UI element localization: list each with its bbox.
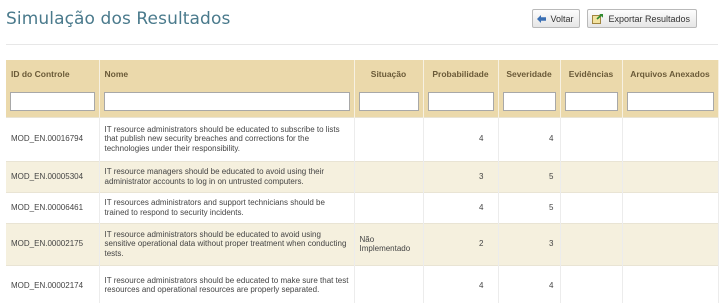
cell-evidencias xyxy=(560,191,623,223)
column-header-severidade[interactable]: Severidade xyxy=(498,60,561,87)
cell-nome: IT resource administrators should be edu… xyxy=(99,264,355,303)
filter-evidencias-input[interactable] xyxy=(564,92,618,112)
cell-nome: IT resource managers should be educated … xyxy=(99,160,355,192)
filter-severidade-input[interactable] xyxy=(502,92,556,112)
cell-arquivos xyxy=(622,160,719,192)
filter-row xyxy=(6,87,719,117)
page-title: Simulação dos Resultados xyxy=(6,9,231,29)
cell-evidencias xyxy=(560,264,623,303)
export-results-button[interactable]: Exportar Resultados xyxy=(587,9,697,28)
export-icon xyxy=(592,13,604,24)
toolbar: Voltar Exportar Resultados xyxy=(532,9,697,28)
back-button[interactable]: Voltar xyxy=(532,9,581,28)
cell-situacao xyxy=(354,264,424,303)
cell-probabilidade: 4 xyxy=(423,264,499,303)
results-table: ID do Controle Nome Situação Probabilida… xyxy=(6,60,719,303)
cell-severidade: 5 xyxy=(498,160,561,192)
cell-severidade: 4 xyxy=(498,116,561,161)
cell-probabilidade: 2 xyxy=(423,222,499,265)
table-row[interactable]: MOD_EN.00016794 IT resource administrato… xyxy=(6,116,719,161)
cell-id: MOD_EN.00002175 xyxy=(6,222,100,265)
cell-evidencias xyxy=(560,160,623,192)
table-row[interactable]: MOD_EN.00005304 IT resource managers sho… xyxy=(6,160,719,192)
cell-probabilidade: 3 xyxy=(423,160,499,192)
column-header-probabilidade[interactable]: Probabilidade xyxy=(423,60,499,87)
cell-id: MOD_EN.00006461 xyxy=(6,191,100,223)
column-header-situacao[interactable]: Situação xyxy=(354,60,424,87)
cell-situacao: Não Implementado xyxy=(354,222,424,265)
table-row[interactable]: MOD_EN.00006461 IT resources administrat… xyxy=(6,191,719,223)
cell-id: MOD_EN.00005304 xyxy=(6,160,100,192)
cell-arquivos xyxy=(622,116,719,161)
cell-evidencias xyxy=(560,222,623,265)
cell-nome: IT resources administrators and support … xyxy=(99,191,355,223)
cell-situacao xyxy=(354,191,424,223)
cell-arquivos xyxy=(622,264,719,303)
column-header-id[interactable]: ID do Controle xyxy=(6,60,100,87)
cell-severidade: 4 xyxy=(498,264,561,303)
filter-nome-input[interactable] xyxy=(103,92,350,112)
cell-situacao xyxy=(354,116,424,161)
table-row[interactable]: MOD_EN.00002174 IT resource administrato… xyxy=(6,264,719,303)
cell-severidade: 5 xyxy=(498,191,561,223)
filter-id-input[interactable] xyxy=(10,92,95,112)
column-header-evidencias[interactable]: Evidências xyxy=(560,60,623,87)
cell-id: MOD_EN.00016794 xyxy=(6,116,100,161)
export-button-label: Exportar Resultados xyxy=(608,13,690,24)
cell-id: MOD_EN.00002174 xyxy=(6,264,100,303)
cell-situacao xyxy=(354,160,424,192)
cell-nome: IT resource administrators should be edu… xyxy=(99,116,355,161)
filter-situacao-input[interactable] xyxy=(358,92,419,112)
filter-arquivos-input[interactable] xyxy=(626,92,714,112)
cell-arquivos xyxy=(622,222,719,265)
cell-probabilidade: 4 xyxy=(423,191,499,223)
cell-probabilidade: 4 xyxy=(423,116,499,161)
table-row[interactable]: MOD_EN.00002175 IT resource administrato… xyxy=(6,222,719,265)
filter-probabilidade-input[interactable] xyxy=(427,92,494,112)
cell-arquivos xyxy=(622,191,719,223)
arrow-left-icon xyxy=(537,14,547,23)
cell-evidencias xyxy=(560,116,623,161)
column-header-nome[interactable]: Nome xyxy=(99,60,355,87)
cell-nome: IT resource administrators should be edu… xyxy=(99,222,355,265)
cell-severidade: 3 xyxy=(498,222,561,265)
back-button-label: Voltar xyxy=(550,13,574,24)
column-header-arquivos-anexados[interactable]: Arquivos Anexados xyxy=(622,60,719,87)
title-divider xyxy=(6,44,718,45)
table-header-row: ID do Controle Nome Situação Probabilida… xyxy=(6,60,719,87)
